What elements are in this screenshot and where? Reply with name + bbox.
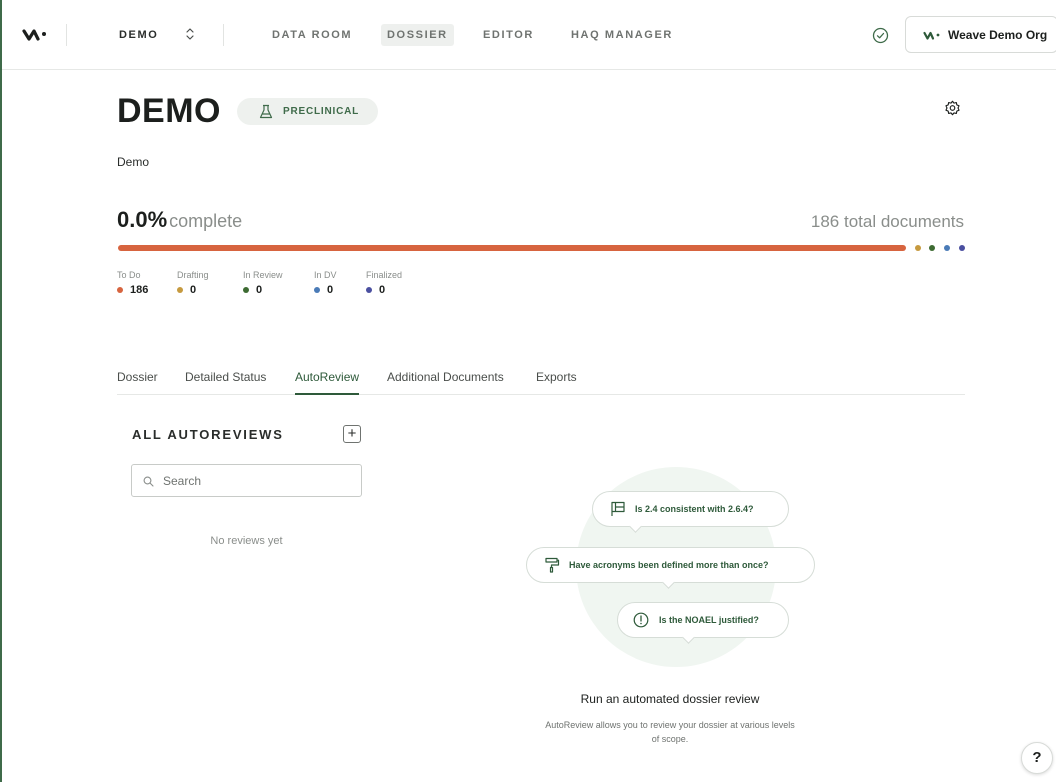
stat-in-review: In Review 0 — [243, 270, 283, 296]
progress-percent: 0.0% — [117, 207, 168, 232]
status-dot — [314, 287, 320, 293]
bubble-text: Is the NOAEL justified? — [659, 615, 759, 625]
alert-circle-icon — [633, 612, 649, 628]
add-autoreview-button[interactable]: + — [343, 425, 361, 443]
paint-roller-icon — [545, 557, 560, 573]
progress-summary: 0.0% complete — [117, 207, 242, 233]
page-title: DEMO — [117, 92, 221, 130]
stat-label: Finalized — [366, 270, 403, 280]
empty-reviews-message: No reviews yet — [210, 535, 283, 547]
nav-haq-manager[interactable]: HAQ MANAGER — [565, 24, 679, 46]
app-frame: DEMO DATA ROOM DOSSIER EDITOR HAQ MANAGE… — [0, 0, 1056, 782]
progress-complete-label: complete — [169, 211, 243, 231]
progress-dot-in-review — [929, 245, 935, 251]
status-dot — [243, 287, 249, 293]
org-name: Weave Demo Org — [948, 28, 1048, 42]
autoreview-cta-description: AutoReview allows you to review your dos… — [545, 720, 795, 744]
example-question-bubble: Is the NOAEL justified? — [617, 602, 789, 644]
example-question-bubble: Is 2.4 consistent with 2.6.4? — [592, 491, 789, 533]
chevron-up-down-icon[interactable] — [185, 26, 195, 42]
stat-value: 0 — [256, 284, 263, 296]
example-question-bubble: Have acronyms been defined more than onc… — [526, 547, 815, 589]
stat-finalized: Finalized 0 — [366, 270, 402, 296]
autoreviews-title: ALL AUTOREVIEWS — [132, 427, 284, 442]
stat-value: 0 — [327, 284, 334, 296]
stage-badge: PRECLINICAL — [237, 98, 378, 125]
nav-dossier[interactable]: DOSSIER — [381, 24, 454, 46]
progress-bar-todo — [118, 245, 906, 251]
progress-dot-finalized — [959, 245, 965, 251]
status-dot — [366, 287, 372, 293]
check-circle-icon[interactable] — [872, 27, 889, 44]
stat-drafting: Drafting 0 — [177, 270, 209, 296]
status-dot — [177, 287, 183, 293]
tab-autoreview[interactable]: AutoReview — [295, 370, 360, 395]
bubble-text: Is 2.4 consistent with 2.6.4? — [635, 504, 754, 514]
nav-data-room[interactable]: DATA ROOM — [266, 24, 358, 46]
bubble-text: Have acronyms been defined more than onc… — [569, 560, 769, 570]
tab-detailed-status[interactable]: Detailed Status — [185, 370, 266, 395]
status-dot — [117, 287, 123, 293]
gear-icon[interactable] — [944, 100, 961, 117]
stat-label: In DV — [314, 270, 337, 280]
search-input[interactable] — [163, 472, 353, 490]
project-description: Demo — [117, 155, 150, 169]
help-button[interactable]: ? — [1021, 742, 1053, 774]
nav-divider — [223, 24, 224, 46]
autoreview-cta-title: Run an automated dossier review — [580, 692, 760, 706]
tab-additional-documents[interactable]: Additional Documents — [387, 370, 504, 395]
stage-label: PRECLINICAL — [283, 106, 360, 117]
stat-label: Drafting — [177, 270, 209, 280]
stat-value: 0 — [379, 284, 386, 296]
stat-in-dv: In DV 0 — [314, 270, 337, 296]
total-documents: 186 total documents — [810, 212, 964, 231]
stat-value: 186 — [130, 284, 149, 296]
nav-editor[interactable]: EDITOR — [477, 24, 540, 46]
dossier-tabs: Dossier Detailed Status AutoReview Addit… — [117, 370, 965, 395]
top-nav: DEMO DATA ROOM DOSSIER EDITOR HAQ MANAGE… — [2, 0, 1056, 70]
progress-dot-drafting — [915, 245, 921, 251]
nav-divider — [66, 24, 67, 46]
weave-logo-icon — [923, 31, 940, 40]
search-icon — [143, 476, 154, 487]
weave-logo-icon[interactable] — [22, 25, 48, 45]
flask-icon — [259, 104, 273, 119]
progress-dot-in-dv — [944, 245, 950, 251]
project-selector[interactable]: DEMO — [119, 29, 158, 41]
stat-label: To Do — [117, 270, 141, 280]
stat-label: In Review — [243, 270, 283, 280]
stat-to-do: To Do 186 — [117, 270, 148, 296]
org-switcher-button[interactable]: Weave Demo Org — [905, 16, 1056, 53]
tab-exports[interactable]: Exports — [536, 370, 577, 395]
flag-icon — [611, 501, 625, 516]
tab-dossier[interactable]: Dossier — [117, 370, 158, 395]
progress-bar — [118, 245, 906, 251]
search-box — [131, 464, 362, 497]
stat-value: 0 — [190, 284, 197, 296]
